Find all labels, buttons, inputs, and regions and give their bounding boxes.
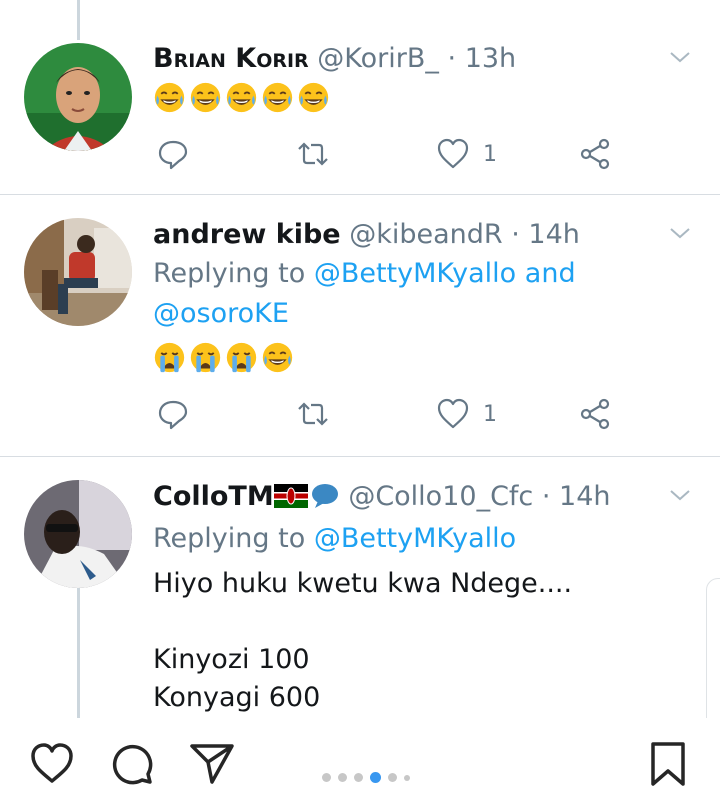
mention-link[interactable]: @osoroKE xyxy=(153,298,289,329)
share-button[interactable] xyxy=(577,396,613,432)
emoji-row xyxy=(153,341,294,374)
mention-link[interactable]: @BettyMKyallo xyxy=(314,523,516,554)
chevron-down-icon[interactable] xyxy=(668,45,692,69)
heart-icon[interactable] xyxy=(28,740,76,788)
tweet-header: Brian Korir @KorirB_ · 13h xyxy=(153,42,516,76)
carousel-dot xyxy=(404,774,410,781)
like-button[interactable]: 1 xyxy=(435,396,497,432)
joy-emoji-icon xyxy=(262,342,293,373)
tweet[interactable]: ColloTM @Collo10_Cfc · 14h Replying to @… xyxy=(0,458,720,718)
separator-dot: · xyxy=(447,43,457,74)
sob-emoji-icon xyxy=(154,342,185,373)
chevron-down-icon[interactable] xyxy=(668,483,692,507)
send-icon[interactable] xyxy=(188,740,236,788)
share-icon xyxy=(580,138,610,170)
tweet-text: Hiyo huku kwetu kwa Ndege.... Kinyozi 10… xyxy=(153,568,573,713)
joy-emoji-icon xyxy=(298,82,329,113)
display-name[interactable]: andrew kibe xyxy=(153,219,341,250)
carousel-dot xyxy=(322,773,331,782)
replying-to: Replying to @BettyMKyallo and @osoroKE xyxy=(153,254,673,334)
retweet-button[interactable] xyxy=(295,396,331,432)
replying-to: Replying to @BettyMKyallo xyxy=(153,519,673,559)
sob-emoji-icon xyxy=(190,342,221,373)
like-count: 1 xyxy=(483,141,497,167)
joy-emoji-icon xyxy=(226,82,257,113)
replying-prefix: Replying to xyxy=(153,258,306,289)
tweet-header: ColloTM @Collo10_Cfc · 14h xyxy=(153,480,611,514)
timestamp[interactable]: 14h xyxy=(559,481,610,512)
sob-emoji-icon xyxy=(226,342,257,373)
user-handle[interactable]: @Collo10_Cfc xyxy=(348,481,533,512)
timestamp[interactable]: 13h xyxy=(465,43,516,74)
share-icon xyxy=(580,398,610,430)
avatar[interactable] xyxy=(24,480,132,588)
reply-button[interactable] xyxy=(155,136,191,172)
display-name[interactable]: Brian Korir xyxy=(153,43,309,74)
reply-icon xyxy=(158,140,188,170)
post-action-bar xyxy=(0,718,720,799)
bookmark-icon[interactable] xyxy=(644,740,692,788)
user-handle[interactable]: @KorirB_ xyxy=(317,43,439,74)
like-count: 1 xyxy=(483,401,497,427)
joy-emoji-icon xyxy=(190,82,221,113)
speech-balloon-icon xyxy=(311,484,338,508)
replying-prefix: Replying to xyxy=(153,523,306,554)
reply-icon xyxy=(158,400,188,430)
tweet-actions: 1 xyxy=(155,396,625,436)
share-button[interactable] xyxy=(577,136,613,172)
heart-icon xyxy=(437,138,469,169)
avatar[interactable] xyxy=(24,43,132,151)
retweet-button[interactable] xyxy=(295,136,331,172)
retweet-icon xyxy=(298,142,328,166)
joy-emoji-icon xyxy=(154,82,185,113)
joy-emoji-icon xyxy=(262,82,293,113)
carousel-dot xyxy=(354,773,363,782)
like-button[interactable]: 1 xyxy=(435,136,497,172)
separator-dot: · xyxy=(541,481,551,512)
comment-icon[interactable] xyxy=(108,740,156,788)
replying-and[interactable]: and xyxy=(525,258,576,289)
tweet-header: andrew kibe @kibeandR · 14h xyxy=(153,218,580,252)
tweet-actions: 1 xyxy=(155,136,625,176)
heart-icon xyxy=(437,398,469,429)
avatar[interactable] xyxy=(24,218,132,326)
carousel-dot xyxy=(338,773,347,782)
emoji-row xyxy=(153,81,330,114)
user-handle[interactable]: @kibeandR xyxy=(349,219,502,250)
display-name[interactable]: ColloTM xyxy=(153,481,274,512)
tweet[interactable]: andrew kibe @kibeandR · 14h Replying to … xyxy=(0,196,720,457)
retweet-icon xyxy=(298,402,328,426)
reply-button[interactable] xyxy=(155,396,191,432)
carousel-dot xyxy=(388,773,397,782)
kenya-flag-icon xyxy=(273,484,308,508)
tweet[interactable]: Brian Korir @KorirB_ · 13h 1 xyxy=(0,0,720,195)
separator-dot: · xyxy=(511,219,520,250)
chevron-down-icon[interactable] xyxy=(668,221,692,245)
carousel-indicator xyxy=(322,772,410,783)
mention-link[interactable]: @BettyMKyallo xyxy=(314,258,516,289)
timestamp[interactable]: 14h xyxy=(528,219,579,250)
carousel-dot-active xyxy=(370,772,381,783)
